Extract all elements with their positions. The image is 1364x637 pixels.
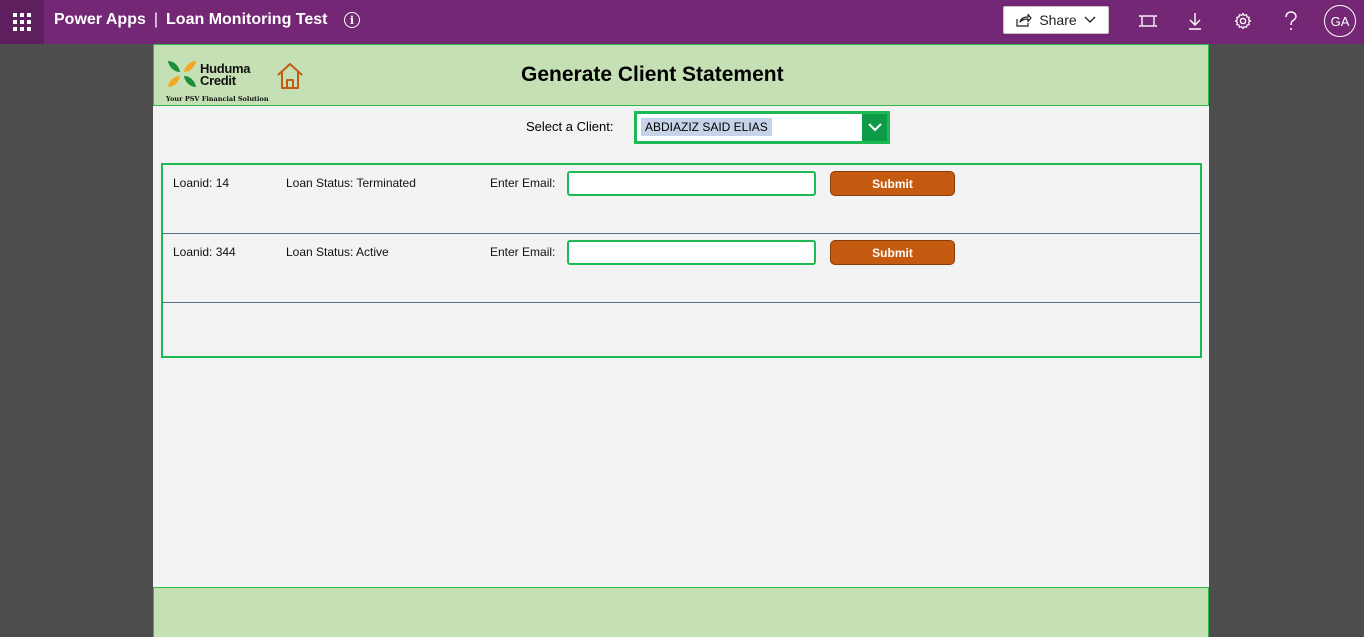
loan-row: Loanid: 344 Loan Status: Active Enter Em…: [163, 234, 1200, 303]
app-title: Power Apps | Loan Monitoring Test: [54, 11, 328, 29]
logo-tagline: Your PSV Financial Solution: [166, 95, 269, 103]
submit-button[interactable]: Submit: [830, 240, 955, 265]
top-bar: Power Apps | Loan Monitoring Test i Share …: [0, 0, 1364, 44]
select-client-label: Select a Client:: [526, 119, 614, 134]
loan-status: Loan Status: Active: [286, 245, 389, 259]
app-name: Loan Monitoring Test: [166, 11, 328, 28]
email-input[interactable]: [567, 240, 816, 265]
share-label: Share: [1039, 12, 1077, 28]
huduma-credit-logo: Huduma Credit Your PSV Financial Solutio…: [166, 59, 269, 105]
loan-id: Loanid: 14: [173, 176, 230, 190]
download-icon[interactable]: [1184, 10, 1206, 32]
share-icon: [1016, 13, 1032, 27]
help-icon[interactable]: [1280, 10, 1302, 32]
loan-id: Loanid: 344: [173, 245, 236, 259]
page-title: Generate Client Statement: [521, 63, 784, 86]
app-canvas: Huduma Credit Your PSV Financial Solutio…: [153, 44, 1209, 637]
app-launcher-button[interactable]: [0, 0, 44, 44]
product-name: Power Apps: [54, 11, 146, 28]
settings-gear-icon[interactable]: [1232, 10, 1254, 32]
logo-line-2: Credit: [200, 73, 236, 88]
client-dropdown-value: ABDIAZIZ SAID ELIAS: [641, 118, 772, 136]
chevron-down-icon: [1084, 16, 1096, 23]
home-icon[interactable]: [275, 61, 305, 91]
share-button[interactable]: Share: [1003, 6, 1109, 34]
email-label: Enter Email:: [490, 176, 556, 190]
logo-wordmark: Huduma Credit: [200, 62, 251, 88]
email-input[interactable]: [567, 171, 816, 196]
submit-button[interactable]: Submit: [830, 171, 955, 196]
title-separator: |: [153, 11, 159, 28]
loan-row: Loanid: 14 Loan Status: Terminated Enter…: [163, 165, 1200, 234]
loans-gallery: Loanid: 14 Loan Status: Terminated Enter…: [161, 163, 1202, 358]
waffle-icon: [13, 13, 31, 31]
client-dropdown[interactable]: ABDIAZIZ SAID ELIAS: [634, 111, 890, 144]
loan-status: Loan Status: Terminated: [286, 176, 416, 190]
header-band: Huduma Credit Your PSV Financial Solutio…: [153, 44, 1209, 106]
footer-band: [153, 587, 1209, 637]
logo-mark-icon: [168, 61, 196, 87]
info-icon[interactable]: i: [344, 12, 360, 28]
user-avatar[interactable]: GA: [1324, 5, 1356, 37]
email-label: Enter Email:: [490, 245, 556, 259]
chevron-down-icon[interactable]: [862, 114, 887, 141]
fit-to-screen-icon[interactable]: [1137, 10, 1159, 32]
